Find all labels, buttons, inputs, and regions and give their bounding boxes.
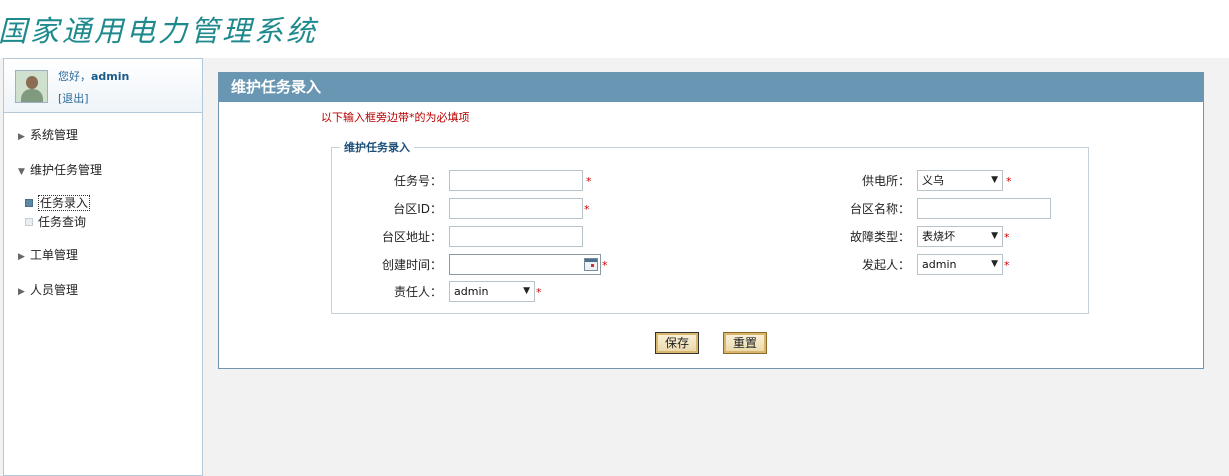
avatar — [15, 70, 48, 103]
sidebar-item-label: 维护任务管理 — [30, 163, 103, 177]
panel-title: 维护任务录入 — [219, 73, 1203, 102]
save-button[interactable]: 保存 — [655, 332, 699, 354]
required-mark: * — [1004, 231, 1010, 244]
sidebar-item-workorder[interactable]: ▶ 工单管理 — [18, 246, 78, 263]
fault-type-select[interactable]: 表烧坏 ▼ — [917, 226, 1003, 247]
calendar-icon[interactable] — [584, 258, 598, 271]
station-select[interactable]: 义乌 ▼ — [917, 170, 1003, 191]
sidebar-subitem-label: 任务录入 — [38, 195, 91, 211]
sidebar-item-maintenance[interactable]: ▼ 维护任务管理 — [18, 161, 102, 178]
chevron-down-icon: ▼ — [991, 259, 998, 269]
user-greeting: 您好，admin — [58, 68, 129, 84]
required-mark: * — [1004, 259, 1010, 272]
fault-type-label: 故障类型： — [849, 230, 910, 244]
app-logo-text: 国家通用电力管理系统 — [0, 14, 319, 48]
sidebar-subitem-task-query[interactable]: 任务查询 — [25, 213, 86, 230]
task-entry-panel: 维护任务录入 以下输入框旁边带*的为必填项 维护任务录入 任务号： * 台区ID… — [218, 72, 1204, 369]
greeting-text: 您好， — [58, 70, 91, 83]
required-note: 以下输入框旁边带*的为必填项 — [321, 111, 470, 124]
area-id-label: 台区ID： — [393, 202, 442, 216]
sidebar: 您好，admin [退出] ▶ 系统管理 ▼ 维护任务管理 任务录入 任务查询 ▶ 工… — [3, 58, 203, 476]
sidebar-item-label: 人员管理 — [30, 283, 79, 297]
area-address-input[interactable] — [449, 226, 583, 247]
required-mark: * — [584, 203, 590, 216]
station-label: 供电所： — [861, 174, 910, 188]
sidebar-item-label: 工单管理 — [30, 248, 79, 262]
reset-button[interactable]: 重置 — [723, 332, 767, 354]
sidebar-subitem-label: 任务查询 — [38, 215, 87, 229]
required-mark: * — [1006, 175, 1012, 188]
area-id-input[interactable] — [449, 198, 583, 219]
chevron-down-icon: ▼ — [523, 286, 530, 296]
logout-link[interactable]: [退出] — [58, 90, 89, 106]
initiator-label: 发起人： — [861, 258, 910, 272]
task-no-input[interactable] — [449, 170, 583, 191]
area-address-label: 台区地址： — [381, 230, 442, 244]
fieldset-legend: 维护任务录入 — [344, 141, 410, 154]
chevron-down-icon: ▼ — [991, 175, 998, 185]
chevron-down-icon: ▼ — [991, 231, 998, 241]
triangle-right-icon: ▶ — [18, 132, 25, 142]
triangle-right-icon: ▶ — [18, 252, 25, 262]
sidebar-item-personnel[interactable]: ▶ 人员管理 — [18, 281, 78, 298]
required-mark: * — [586, 175, 592, 188]
sidebar-subitem-task-entry[interactable]: 任务录入 — [25, 194, 91, 211]
square-bullet-icon — [25, 217, 33, 226]
owner-select-value: admin — [454, 285, 489, 298]
username: admin — [91, 70, 130, 83]
area-name-input[interactable] — [917, 198, 1051, 219]
area-name-label: 台区名称： — [849, 202, 910, 216]
owner-label: 责任人： — [393, 285, 442, 299]
created-time-label: 创建时间： — [381, 258, 442, 272]
required-mark: * — [602, 259, 608, 272]
initiator-select-value: admin — [922, 258, 957, 271]
sidebar-item-label: 系统管理 — [30, 128, 79, 142]
fault-type-select-value: 表烧坏 — [922, 230, 955, 243]
initiator-select[interactable]: admin ▼ — [917, 254, 1003, 275]
triangle-down-icon: ▼ — [18, 167, 25, 177]
square-bullet-icon — [25, 198, 33, 207]
sidebar-item-system[interactable]: ▶ 系统管理 — [18, 126, 78, 143]
station-select-value: 义乌 — [922, 174, 944, 187]
created-time-input[interactable] — [449, 254, 601, 275]
required-mark: * — [536, 286, 542, 299]
owner-select[interactable]: admin ▼ — [449, 281, 535, 302]
task-no-label: 任务号： — [393, 174, 442, 188]
header: 国家通用电力管理系统 — [0, 0, 1229, 58]
triangle-right-icon: ▶ — [18, 287, 25, 297]
user-box: 您好，admin [退出] — [4, 59, 202, 113]
task-entry-fieldset: 维护任务录入 任务号： * 台区ID： * 台区地址： 创建时间： * 责任人：… — [331, 139, 1089, 314]
